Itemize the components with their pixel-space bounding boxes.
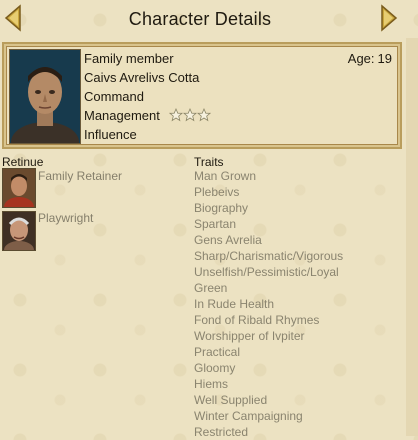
trait-item[interactable]: Spartan — [194, 216, 343, 232]
trait-item[interactable]: Unselfish/Pessimistic/Loyal — [194, 264, 343, 280]
trait-item[interactable]: Worshipper of Ivpiter — [194, 328, 343, 344]
trait-item[interactable]: Plebeivs — [194, 184, 343, 200]
trait-item[interactable]: Restricted — [194, 424, 343, 440]
traits-heading: Traits — [194, 155, 224, 169]
window-title: Character Details — [128, 9, 272, 29]
playwright-portrait — [3, 212, 35, 250]
age-value: 19 — [377, 51, 392, 66]
retinue-member-family-retainer[interactable]: Family Retainer — [38, 169, 122, 183]
character-portrait[interactable] — [9, 49, 81, 144]
trait-item[interactable]: Hiems — [194, 376, 343, 392]
character-type: Family member — [84, 51, 174, 66]
trait-item[interactable]: Well Supplied — [194, 392, 343, 408]
age-label: Age: — [347, 51, 375, 66]
trait-item[interactable]: Fond of Ribald Rhymes — [194, 312, 343, 328]
trait-item[interactable]: Man Grown — [194, 168, 343, 184]
character-name: Caivs Avrelivs Cotta — [84, 70, 200, 85]
trait-item[interactable]: Green — [194, 280, 343, 296]
traits-list: Man Grown Plebeivs Biography Spartan Gen… — [194, 168, 343, 440]
attribute-management[interactable]: Management — [84, 108, 160, 123]
next-character-button[interactable] — [380, 4, 398, 32]
arrow-right-icon — [381, 4, 398, 32]
character-details-panel: Family member Age: 19 Caivs Avrelivs Cott… — [2, 42, 402, 149]
trait-item[interactable]: In Rude Health — [194, 296, 343, 312]
retinue-avatar-family-retainer[interactable] — [2, 168, 36, 208]
scrollbar[interactable] — [406, 38, 418, 436]
attribute-influence[interactable]: Influence — [84, 127, 137, 142]
attribute-command[interactable]: Command — [84, 89, 144, 104]
retinue-member-playwright[interactable]: Playwright — [38, 211, 93, 225]
trait-item[interactable]: Biography — [194, 200, 343, 216]
management-stars — [168, 107, 212, 127]
retainer-portrait — [3, 169, 35, 207]
trait-item[interactable]: Sharp/Charismatic/Vigorous — [194, 248, 343, 264]
trait-item[interactable]: Gloomy — [194, 360, 343, 376]
trait-item[interactable]: Gens Avrelia — [194, 232, 343, 248]
star-icon — [196, 107, 212, 122]
portrait-image — [10, 50, 80, 143]
star-icon — [182, 107, 198, 122]
star-icon — [168, 107, 184, 122]
retinue-heading: Retinue — [2, 155, 44, 169]
trait-item[interactable]: Practical — [194, 344, 343, 360]
trait-item[interactable]: Winter Campaigning — [194, 408, 343, 424]
retinue-avatar-playwright[interactable] — [2, 211, 36, 251]
character-age: Age: 19 — [348, 51, 392, 66]
